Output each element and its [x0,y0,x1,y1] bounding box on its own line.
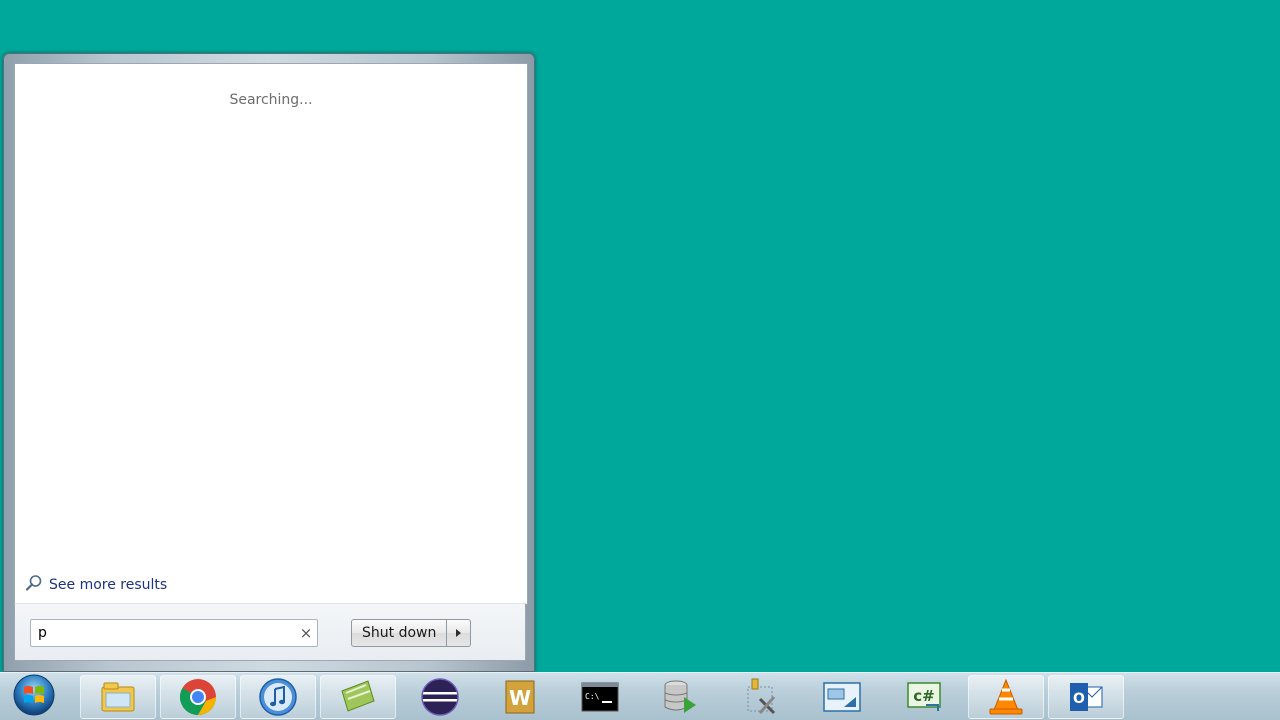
search-icon [25,574,43,596]
taskbar-csharp[interactable]: c# [886,675,962,719]
shutdown-controls: Shut down [351,619,472,647]
start-search-input[interactable] [31,621,295,645]
vlc-icon [986,677,1026,717]
taskbar-eclipse[interactable] [402,675,478,719]
file-explorer-icon [98,679,138,715]
command-prompt-icon: C:\ [580,679,620,715]
svg-text:O: O [1073,691,1085,707]
shutdown-button[interactable]: Shut down [351,619,448,647]
taskbar-screen-app[interactable] [804,675,880,719]
database-icon [660,677,700,717]
start-menu-bottom-bar: × Shut down [14,603,526,661]
taskbar-outlook[interactable]: O [1048,675,1124,719]
taskbar-word[interactable]: W [482,675,558,719]
shutdown-options-button[interactable] [447,619,472,647]
windows-orb-icon [12,673,56,720]
csharp-icon: c# [904,679,944,715]
taskbar-file-explorer[interactable] [80,675,156,719]
searching-status: Searching... [229,92,313,108]
svg-text:W: W [509,686,531,710]
itunes-icon [258,677,298,717]
chevron-right-icon [456,629,462,637]
screen-app-icon [822,679,862,715]
tools-icon [740,677,780,717]
taskbar-itunes[interactable] [240,675,316,719]
svg-text:C:\: C:\ [585,692,600,701]
search-results-pane: Searching... See more results [14,63,528,604]
clear-search-icon[interactable]: × [295,622,317,644]
green-app-icon [338,677,378,717]
taskbar-database[interactable] [642,675,718,719]
word-icon: W [500,677,540,717]
taskbar-tools[interactable] [722,675,798,719]
eclipse-icon [420,677,460,717]
taskbar-chrome[interactable] [160,675,236,719]
chrome-icon [178,677,218,717]
start-button[interactable] [6,673,62,720]
taskbar-green-app[interactable] [320,675,396,719]
taskbar: W C:\ c# O [0,672,1280,720]
start-menu: Searching... See more results × Shut dow… [3,53,535,672]
see-more-results-label: See more results [49,577,168,593]
start-search-box: × [30,619,318,647]
outlook-icon: O [1066,677,1106,717]
taskbar-command-prompt[interactable]: C:\ [562,675,638,719]
svg-text:c#: c# [913,687,934,705]
taskbar-vlc[interactable] [968,675,1044,719]
see-more-results-link[interactable]: See more results [25,574,167,596]
